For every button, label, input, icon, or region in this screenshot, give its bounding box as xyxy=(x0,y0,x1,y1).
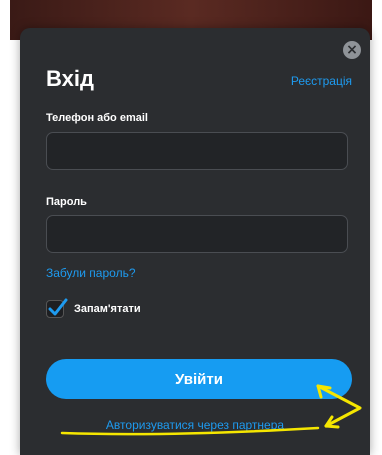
remember-me-checkbox-row[interactable]: Запам'ятати xyxy=(46,298,141,318)
login-button[interactable]: Увійти xyxy=(46,359,352,399)
password-input[interactable] xyxy=(46,215,348,253)
login-input[interactable] xyxy=(46,132,348,170)
register-link[interactable]: Реєстрація xyxy=(291,74,352,88)
checkmark-icon xyxy=(48,298,68,316)
login-field-label: Телефон або email xyxy=(46,112,148,124)
forgot-password-link[interactable]: Забули пароль? xyxy=(46,266,136,280)
password-field-label: Пароль xyxy=(46,196,87,208)
modal-title: Вхід xyxy=(46,66,94,91)
partner-auth-link[interactable]: Авторизуватися через партнера xyxy=(20,418,370,432)
close-icon[interactable]: × xyxy=(343,41,361,59)
remember-label: Запам'ятати xyxy=(74,303,141,315)
login-modal: × Вхід Реєстрація Телефон або email Паро… xyxy=(20,28,370,455)
remember-checkbox[interactable] xyxy=(46,298,68,318)
